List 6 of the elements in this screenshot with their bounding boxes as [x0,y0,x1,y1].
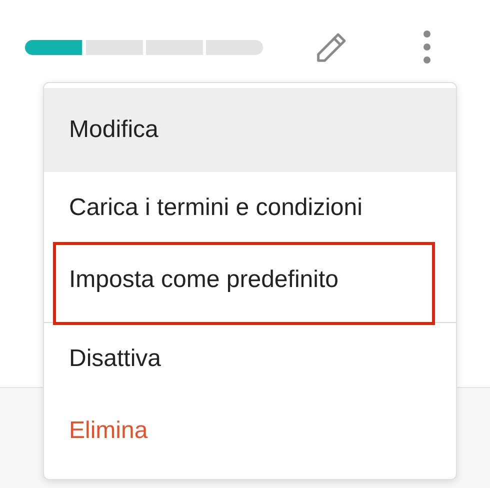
menu-item[interactable]: Disattiva [44,323,456,395]
menu-item[interactable]: Elimina [44,395,456,467]
menu-item[interactable]: Modifica [44,88,456,172]
menu-item[interactable]: Imposta come predefinito [44,244,456,316]
menu-item[interactable]: Carica i termini e condizioni [44,172,456,244]
more-options-icon[interactable] [421,29,433,65]
